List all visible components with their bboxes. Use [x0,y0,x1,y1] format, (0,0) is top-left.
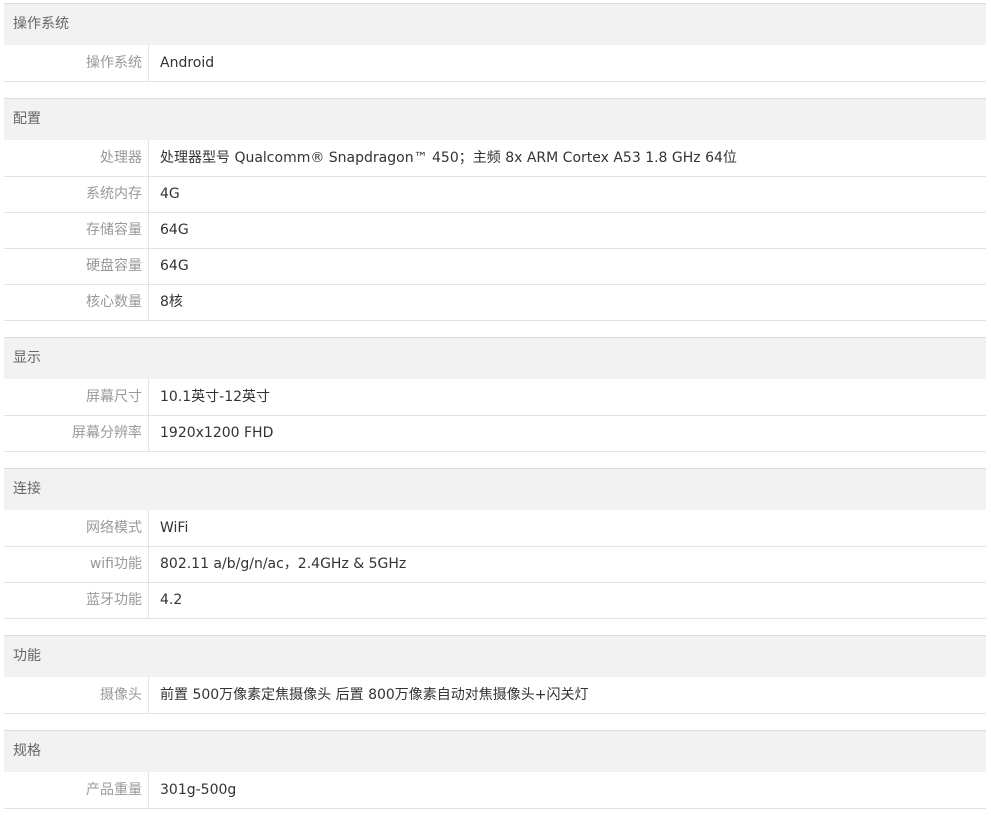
section-os: 操作系统 操作系统 Android [4,3,986,82]
spec-row: 网络模式 WiFi [4,510,986,547]
spec-row: 核心数量 8核 [4,285,986,321]
spec-label: 产品重量 [4,772,149,808]
spec-value: Android [160,55,215,71]
spec-label: 摄像头 [4,677,149,713]
spec-value: 64G [160,222,189,238]
spec-row: 蓝牙功能 4.2 [4,583,986,619]
spec-label: 蓝牙功能 [4,583,149,618]
spec-value: 处理器型号 Qualcomm® Snapdragon™ 450；主频 8x AR… [160,150,737,166]
spec-value: 4.2 [160,592,183,608]
spec-value: 4G [160,186,180,202]
spec-value: 1920x1200 FHD [160,425,274,441]
spec-row: 硬盘容量 64G [4,249,986,285]
spec-label: 屏幕尺寸 [4,379,149,415]
spec-row: 摄像头 前置 500万像素定焦摄像头 后置 800万像素自动对焦摄像头+闪关灯 [4,677,986,714]
section-title: 操作系统 [4,4,986,45]
section-title: 显示 [4,338,986,379]
spec-row: 系统内存 4G [4,177,986,213]
spec-label: 屏幕分辨率 [4,416,149,451]
spec-label: 网络模式 [4,510,149,546]
spec-value: 前置 500万像素定焦摄像头 后置 800万像素自动对焦摄像头+闪关灯 [160,687,589,703]
section-title: 规格 [4,731,986,772]
spec-table: 操作系统 操作系统 Android 配置 处理器 处理器型号 Qualcomm®… [4,3,986,825]
spec-label: 操作系统 [4,45,149,81]
section-features: 功能 摄像头 前置 500万像素定焦摄像头 后置 800万像素自动对焦摄像头+闪… [4,635,986,714]
spec-label: 处理器 [4,140,149,176]
spec-value: 8核 [160,294,183,310]
spec-row: 产品重量 301g-500g [4,772,986,809]
spec-value: 301g-500g [160,782,237,798]
section-title: 功能 [4,636,986,677]
spec-label: 硬盘容量 [4,249,149,284]
spec-row: 存储容量 64G [4,213,986,249]
section-config: 配置 处理器 处理器型号 Qualcomm® Snapdragon™ 450；主… [4,98,986,321]
spec-label: 核心数量 [4,285,149,320]
spec-label: wifi功能 [4,547,149,582]
spec-value: 10.1英寸-12英寸 [160,389,271,405]
spec-value: 802.11 a/b/g/n/ac，2.4GHz & 5GHz [160,556,407,572]
spec-value: WiFi [160,520,189,536]
spec-row: 处理器 处理器型号 Qualcomm® Snapdragon™ 450；主频 8… [4,140,986,177]
spec-row: 屏幕尺寸 10.1英寸-12英寸 [4,379,986,416]
spec-label: 存储容量 [4,213,149,248]
section-title: 连接 [4,469,986,510]
section-specs: 规格 产品重量 301g-500g [4,730,986,809]
spec-label: 系统内存 [4,177,149,212]
spec-row: wifi功能 802.11 a/b/g/n/ac，2.4GHz & 5GHz [4,547,986,583]
spec-value: 64G [160,258,189,274]
section-title: 配置 [4,99,986,140]
spec-row: 操作系统 Android [4,45,986,82]
spec-row: 屏幕分辨率 1920x1200 FHD [4,416,986,452]
section-display: 显示 屏幕尺寸 10.1英寸-12英寸 屏幕分辨率 1920x1200 FHD [4,337,986,452]
section-connectivity: 连接 网络模式 WiFi wifi功能 802.11 a/b/g/n/ac，2.… [4,468,986,619]
